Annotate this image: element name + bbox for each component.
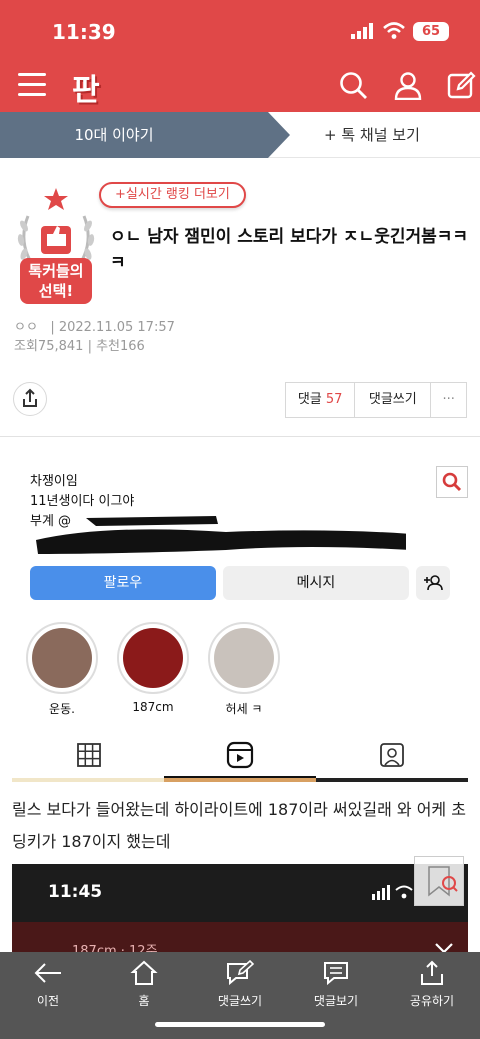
ig-bio-line2: 11년생이다 이그야	[30, 494, 135, 509]
nav-back-label: 이전	[36, 994, 60, 1008]
recommend-label: | 추천	[87, 339, 120, 354]
image-zoom-button[interactable]	[414, 856, 464, 906]
view-comments-button[interactable]: 댓글 57	[286, 383, 356, 417]
highlight-label: 운동.	[49, 702, 75, 716]
recommend-count: 166	[120, 339, 145, 354]
app-logo[interactable]: 판	[72, 65, 112, 108]
realtime-ranking-link[interactable]: +실시간 랭킹 더보기	[99, 182, 246, 208]
search-icon	[442, 472, 462, 492]
views-count: 75,841	[37, 339, 84, 354]
channel-tabs: 10대 이야기 + 톡 채널 보기	[0, 112, 480, 158]
home-indicator	[155, 1022, 325, 1027]
embedded-instagram-image: 차쟁이임 11년생이다 이그야 부계 @ 팔로우 메시지 운동. 187cm 허…	[12, 452, 468, 782]
share-icon	[421, 960, 443, 985]
nav-back[interactable]: 이전	[8, 960, 88, 1009]
search-icon[interactable]	[338, 70, 368, 100]
status-bar: 11:39 65	[0, 0, 480, 62]
ig-follow-button: 팔로우	[30, 566, 216, 600]
comment-actions: 댓글 57 댓글쓰기 ···	[285, 382, 467, 418]
app-header: 판	[0, 62, 480, 112]
user-icon[interactable]	[393, 70, 423, 100]
share-icon	[23, 388, 37, 407]
signal-icon	[351, 23, 373, 39]
ig-bio-line1: 차쟁이임	[30, 474, 78, 489]
post-author-date: ㅇㅇ | 2022.11.05 17:57	[14, 316, 175, 335]
redaction-scribble	[36, 516, 406, 554]
badge-line1: 톡커들의	[28, 262, 84, 280]
embedded-story-image: 11:45 187cm · 12주	[12, 864, 468, 964]
nav-view-comments-label: 댓글보기	[313, 994, 359, 1008]
views-label: 조회	[14, 339, 38, 354]
post-stats: 조회75,841 | 추천166	[14, 335, 145, 354]
ig-highlight: 187cm	[117, 622, 189, 714]
post-author[interactable]: ㅇㅇ	[14, 320, 38, 335]
comments-label: 댓글	[297, 392, 322, 407]
reels-icon	[226, 741, 254, 769]
app-top-bar: 11:39 65 판	[0, 0, 480, 112]
hamburger-icon[interactable]	[18, 73, 46, 97]
nav-share[interactable]: 공유하기	[392, 960, 472, 1009]
wifi-icon	[383, 22, 405, 39]
bottom-navigation: 이전 홈 댓글쓰기 댓글보기 공유하기	[0, 952, 480, 1039]
nav-share-label: 공유하기	[409, 994, 455, 1008]
highlight-thumbnail	[32, 628, 92, 688]
highlight-thumbnail	[214, 628, 274, 688]
ig-thumbnail-strip	[12, 778, 468, 782]
write-comment-icon	[227, 960, 255, 986]
share-button[interactable]	[13, 382, 47, 416]
nav-home-label: 홈	[138, 994, 150, 1008]
nav-view-comments[interactable]: 댓글보기	[296, 960, 376, 1009]
arrow-left-icon	[34, 963, 61, 983]
embedded-time: 11:45	[48, 882, 103, 902]
ig-highlight: 운동.	[26, 622, 98, 717]
nav-write-comment-label: 댓글쓰기	[217, 994, 263, 1008]
tagged-icon	[380, 743, 404, 767]
post-body-text: 릴스 보다가 들어왔는데 하이라이트에 187이라 써있길래 와 어케 초딩키가…	[12, 800, 466, 851]
nav-write-comment[interactable]: 댓글쓰기	[200, 960, 280, 1009]
comments-count: 57	[325, 392, 343, 407]
badge-text: 톡커들의 선택!	[20, 261, 92, 301]
home-icon	[130, 960, 158, 985]
tab-teen-stories[interactable]: 10대 이야기	[0, 112, 290, 158]
highlight-label: 허세 ㅋ	[225, 702, 263, 716]
comments-icon	[324, 962, 348, 986]
nav-home[interactable]: 홈	[104, 960, 184, 1009]
post-title: ㅇㄴ 남자 잼민이 스토리 보다가 ㅈㄴ웃긴거봄ㅋㅋㅋ	[110, 227, 469, 273]
section-divider	[0, 436, 480, 437]
badge-line2: 선택!	[38, 282, 74, 300]
status-time: 11:39	[52, 20, 116, 44]
battery-indicator: 65	[413, 22, 449, 41]
ig-add-user-button	[416, 566, 450, 600]
add-user-icon	[424, 575, 443, 591]
write-comment-button[interactable]: 댓글쓰기	[355, 383, 432, 417]
ig-message-button: 메시지	[223, 566, 409, 600]
ig-search-button	[436, 466, 468, 498]
ig-highlight: 허세 ㅋ	[208, 622, 280, 717]
highlight-thumbnail	[123, 628, 183, 688]
zoom-icon	[428, 866, 458, 897]
tab-talk-channel[interactable]: + 톡 채널 보기	[300, 112, 480, 158]
post-date: | 2022.11.05 17:57	[50, 320, 175, 335]
grid-icon	[77, 743, 101, 767]
more-button[interactable]: ···	[431, 383, 466, 417]
highlight-label: 187cm	[132, 700, 174, 714]
edit-icon[interactable]	[446, 70, 476, 100]
